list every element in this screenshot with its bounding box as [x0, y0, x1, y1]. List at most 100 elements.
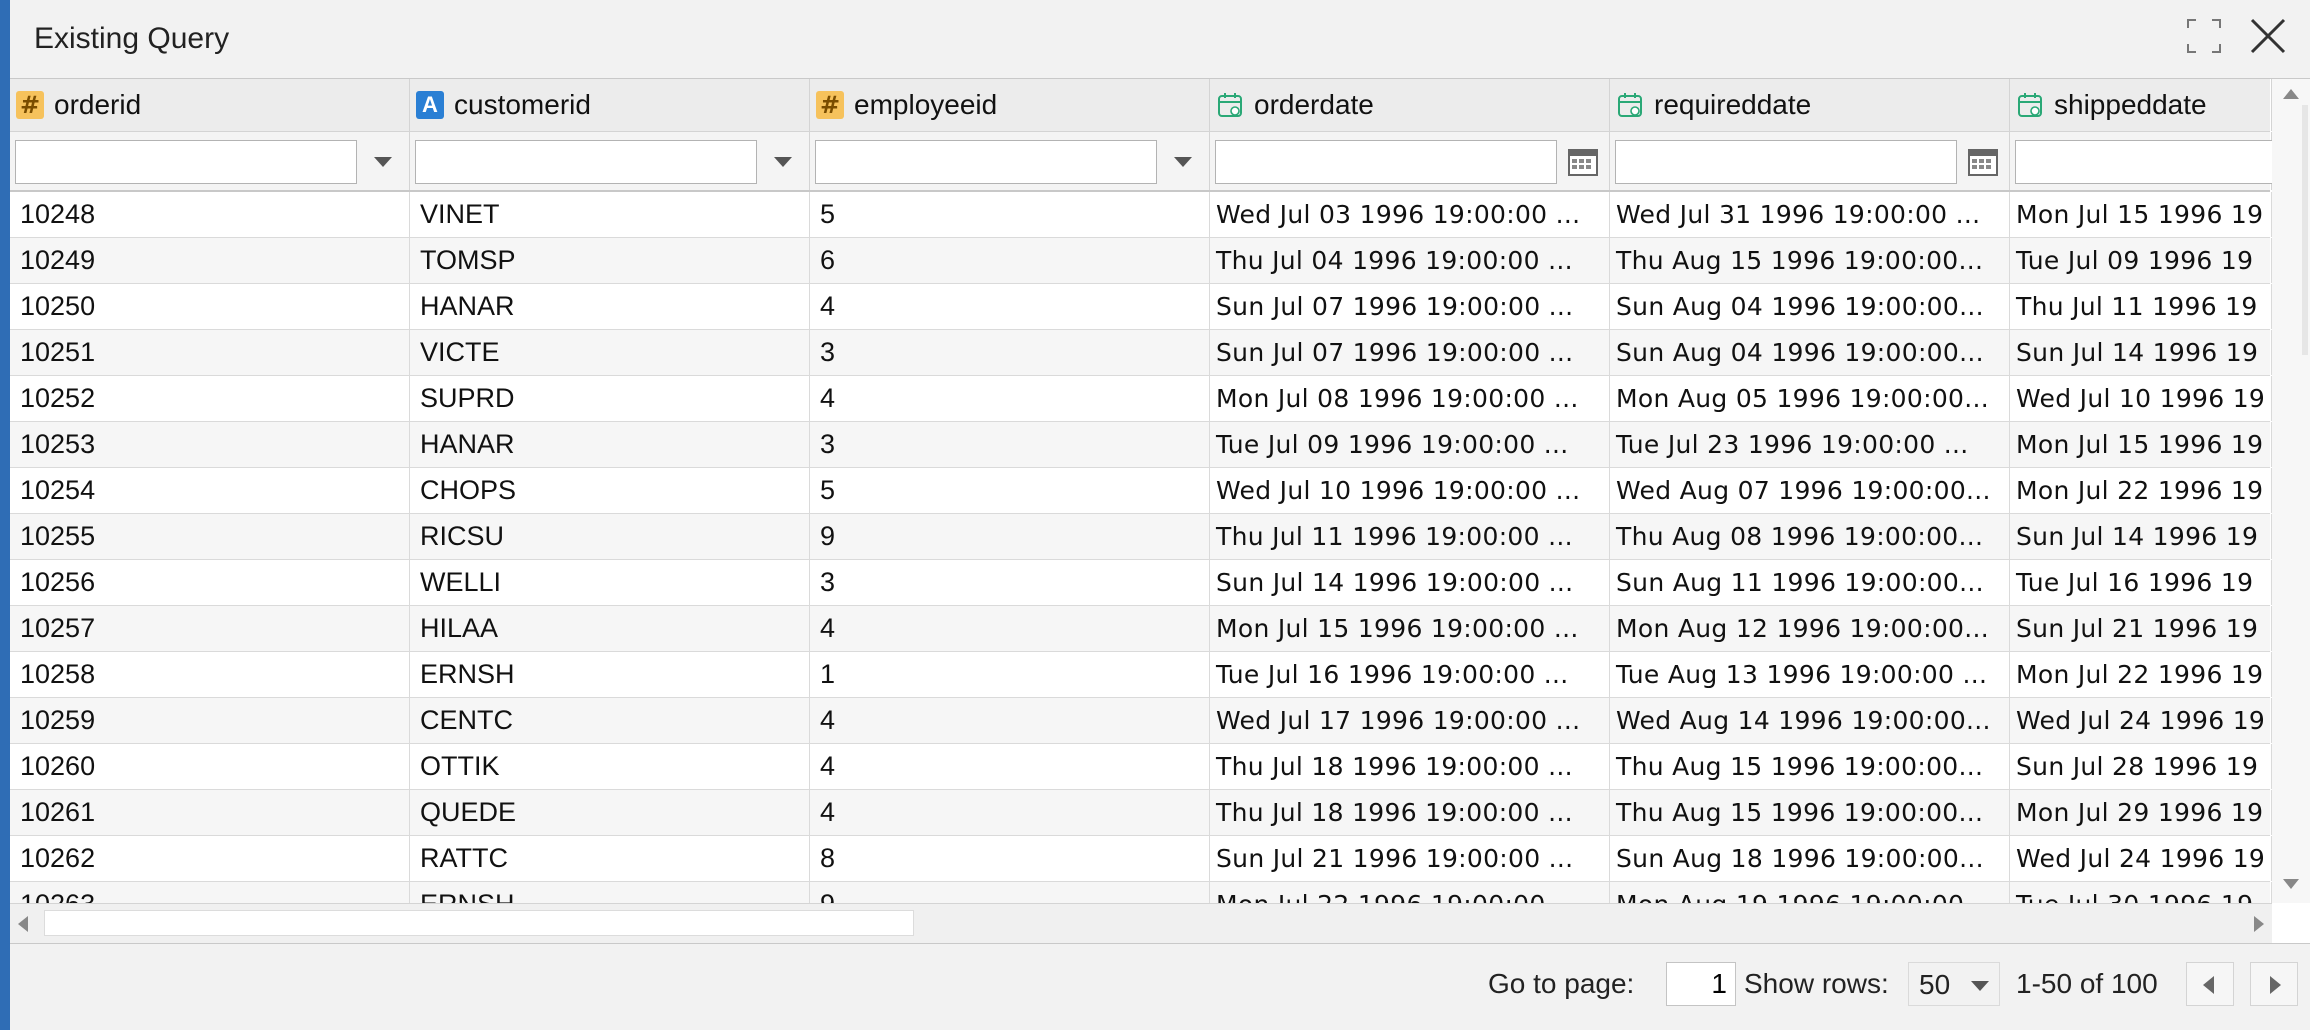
filter-input-employeeid[interactable] [815, 140, 1157, 184]
filter-input-requireddate[interactable] [1615, 140, 1957, 184]
cell-customerid[interactable]: HANAR [410, 284, 810, 329]
cell-orderid[interactable]: 10259 [10, 698, 410, 743]
cell-requireddate[interactable]: Thu Aug 15 1996 19:00:00... [1610, 790, 2010, 835]
cell-orderdate[interactable]: Tue Jul 16 1996 19:00:00 ... [1210, 652, 1610, 697]
cell-orderid[interactable]: 10252 [10, 376, 410, 421]
table-row[interactable]: 10253 HANAR 3 Tue Jul 09 1996 19:00:00 ... T… [10, 422, 2272, 468]
cell-requireddate[interactable]: Tue Jul 23 1996 19:00:00 ... [1610, 422, 2010, 467]
cell-shippeddate[interactable]: Tue Jul 16 1996 19 [2010, 560, 2272, 605]
scroll-right-icon[interactable] [2254, 916, 2264, 932]
column-header-employeeid[interactable]: # employeeid [810, 79, 1210, 131]
column-header-requireddate[interactable]: requireddate [1610, 79, 2010, 131]
cell-customerid[interactable]: OTTIK [410, 744, 810, 789]
cell-employeeid[interactable]: 4 [810, 606, 1210, 651]
cell-shippeddate[interactable]: Mon Jul 15 1996 19 [2010, 192, 2272, 237]
cell-employeeid[interactable]: 8 [810, 836, 1210, 881]
cell-employeeid[interactable]: 4 [810, 376, 1210, 421]
vertical-scroll-thumb[interactable] [2302, 105, 2308, 355]
table-row[interactable]: 10259 CENTC 4 Wed Jul 17 1996 19:00:00 ... W… [10, 698, 2272, 744]
cell-employeeid[interactable]: 6 [810, 238, 1210, 283]
cell-shippeddate[interactable]: Tue Jul 09 1996 19 [2010, 238, 2272, 283]
cell-shippeddate[interactable]: Thu Jul 11 1996 19 [2010, 284, 2272, 329]
cell-employeeid[interactable]: 4 [810, 698, 1210, 743]
cell-customerid[interactable]: RICSU [410, 514, 810, 559]
cell-orderdate[interactable]: Thu Jul 18 1996 19:00:00 ... [1210, 790, 1610, 835]
cell-shippeddate[interactable]: Sun Jul 28 1996 19 [2010, 744, 2272, 789]
column-header-shippeddate[interactable]: shippeddate [2010, 79, 2272, 131]
cell-orderid[interactable]: 10257 [10, 606, 410, 651]
column-header-customerid[interactable]: Acustomerid [410, 79, 810, 131]
cell-shippeddate[interactable]: Mon Jul 22 1996 19 [2010, 468, 2272, 513]
cell-orderid[interactable]: 10248 [10, 192, 410, 237]
filter-dropdown-button[interactable] [762, 140, 804, 184]
scroll-up-icon[interactable] [2283, 89, 2299, 99]
cell-shippeddate[interactable]: Wed Jul 24 1996 19 [2010, 698, 2272, 743]
cell-orderdate[interactable]: Mon Jul 08 1996 19:00:00 ... [1210, 376, 1610, 421]
cell-employeeid[interactable]: 1 [810, 652, 1210, 697]
table-row[interactable]: 10254 CHOPS 5 Wed Jul 10 1996 19:00:00 ... W… [10, 468, 2272, 514]
cell-orderdate[interactable]: Sun Jul 07 1996 19:00:00 ... [1210, 284, 1610, 329]
cell-shippeddate[interactable]: Sun Jul 14 1996 19 [2010, 330, 2272, 375]
cell-orderdate[interactable]: Thu Jul 04 1996 19:00:00 ... [1210, 238, 1610, 283]
cell-orderdate[interactable]: Tue Jul 09 1996 19:00:00 ... [1210, 422, 1610, 467]
filter-input-orderid[interactable] [15, 140, 357, 184]
cell-shippeddate[interactable]: Wed Jul 24 1996 19 [2010, 836, 2272, 881]
cell-requireddate[interactable]: Sun Aug 11 1996 19:00:00... [1610, 560, 2010, 605]
cell-shippeddate[interactable]: Sun Jul 14 1996 19 [2010, 514, 2272, 559]
calendar-icon[interactable] [1562, 140, 1604, 184]
cell-employeeid[interactable]: 3 [810, 330, 1210, 375]
cell-employeeid[interactable]: 5 [810, 468, 1210, 513]
table-row[interactable]: 10251 VICTE 3 Sun Jul 07 1996 19:00:00 ... S… [10, 330, 2272, 376]
cell-requireddate[interactable]: Thu Aug 15 1996 19:00:00... [1610, 744, 2010, 789]
table-row[interactable]: 10262 RATTC 8 Sun Jul 21 1996 19:00:00 ... S… [10, 836, 2272, 882]
cell-shippeddate[interactable]: Sun Jul 21 1996 19 [2010, 606, 2272, 651]
cell-requireddate[interactable]: Sun Aug 18 1996 19:00:00... [1610, 836, 2010, 881]
horizontal-scroll-thumb[interactable] [44, 910, 914, 936]
cell-shippeddate[interactable]: Mon Jul 15 1996 19 [2010, 422, 2272, 467]
calendar-icon[interactable] [1962, 140, 2004, 184]
cell-customerid[interactable]: QUEDE [410, 790, 810, 835]
table-row[interactable]: 10248 VINET 5 Wed Jul 03 1996 19:00:00 ... W… [10, 192, 2272, 238]
cell-shippeddate[interactable]: Mon Jul 29 1996 19 [2010, 790, 2272, 835]
filter-input-orderdate[interactable] [1215, 140, 1557, 184]
cell-requireddate[interactable]: Thu Aug 15 1996 19:00:00... [1610, 238, 2010, 283]
previous-page-button[interactable] [2186, 962, 2234, 1006]
cell-requireddate[interactable]: Wed Jul 31 1996 19:00:00 ... [1610, 192, 2010, 237]
column-header-orderdate[interactable]: orderdate [1210, 79, 1610, 131]
table-row[interactable]: 10257 HILAA 4 Mon Jul 15 1996 19:00:00 ... M… [10, 606, 2272, 652]
table-row[interactable]: 10260 OTTIK 4 Thu Jul 18 1996 19:00:00 ... T… [10, 744, 2272, 790]
cell-employeeid[interactable]: 4 [810, 744, 1210, 789]
cell-requireddate[interactable]: Mon Aug 05 1996 19:00:00... [1610, 376, 2010, 421]
cell-orderid[interactable]: 10253 [10, 422, 410, 467]
cell-customerid[interactable]: VICTE [410, 330, 810, 375]
cell-employeeid[interactable]: 5 [810, 192, 1210, 237]
cell-orderdate[interactable]: Wed Jul 17 1996 19:00:00 ... [1210, 698, 1610, 743]
table-row[interactable]: 10252 SUPRD 4 Mon Jul 08 1996 19:00:00 ... M… [10, 376, 2272, 422]
table-row[interactable]: 10249 TOMSP 6 Thu Jul 04 1996 19:00:00 ... T… [10, 238, 2272, 284]
cell-employeeid[interactable]: 4 [810, 790, 1210, 835]
cell-orderdate[interactable]: Sun Jul 21 1996 19:00:00 ... [1210, 836, 1610, 881]
cell-orderdate[interactable]: Sun Jul 07 1996 19:00:00 ... [1210, 330, 1610, 375]
filter-input-customerid[interactable] [415, 140, 757, 184]
cell-orderid[interactable]: 10262 [10, 836, 410, 881]
rows-per-page-select[interactable]: 50 [1908, 962, 2000, 1006]
cell-orderid[interactable]: 10258 [10, 652, 410, 697]
cell-customerid[interactable]: TOMSP [410, 238, 810, 283]
scroll-left-icon[interactable] [18, 916, 28, 932]
cell-employeeid[interactable]: 3 [810, 422, 1210, 467]
close-icon[interactable] [2248, 16, 2288, 56]
cell-orderid[interactable]: 10254 [10, 468, 410, 513]
cell-orderdate[interactable]: Wed Jul 03 1996 19:00:00 ... [1210, 192, 1610, 237]
cell-orderdate[interactable]: Sun Jul 14 1996 19:00:00 ... [1210, 560, 1610, 605]
table-row[interactable]: 10256 WELLI 3 Sun Jul 14 1996 19:00:00 ... S… [10, 560, 2272, 606]
horizontal-scrollbar[interactable] [10, 903, 2272, 943]
cell-orderdate[interactable]: Wed Jul 10 1996 19:00:00 ... [1210, 468, 1610, 513]
cell-customerid[interactable]: SUPRD [410, 376, 810, 421]
cell-requireddate[interactable]: Mon Aug 12 1996 19:00:00... [1610, 606, 2010, 651]
table-row[interactable]: 10255 RICSU 9 Thu Jul 11 1996 19:00:00 ... T… [10, 514, 2272, 560]
maximize-icon[interactable] [2186, 18, 2222, 54]
column-header-orderid[interactable]: # orderid [10, 79, 410, 131]
filter-input-shippeddate[interactable] [2015, 140, 2310, 184]
page-number-input[interactable]: 1 [1666, 962, 1736, 1006]
cell-employeeid[interactable]: 4 [810, 284, 1210, 329]
